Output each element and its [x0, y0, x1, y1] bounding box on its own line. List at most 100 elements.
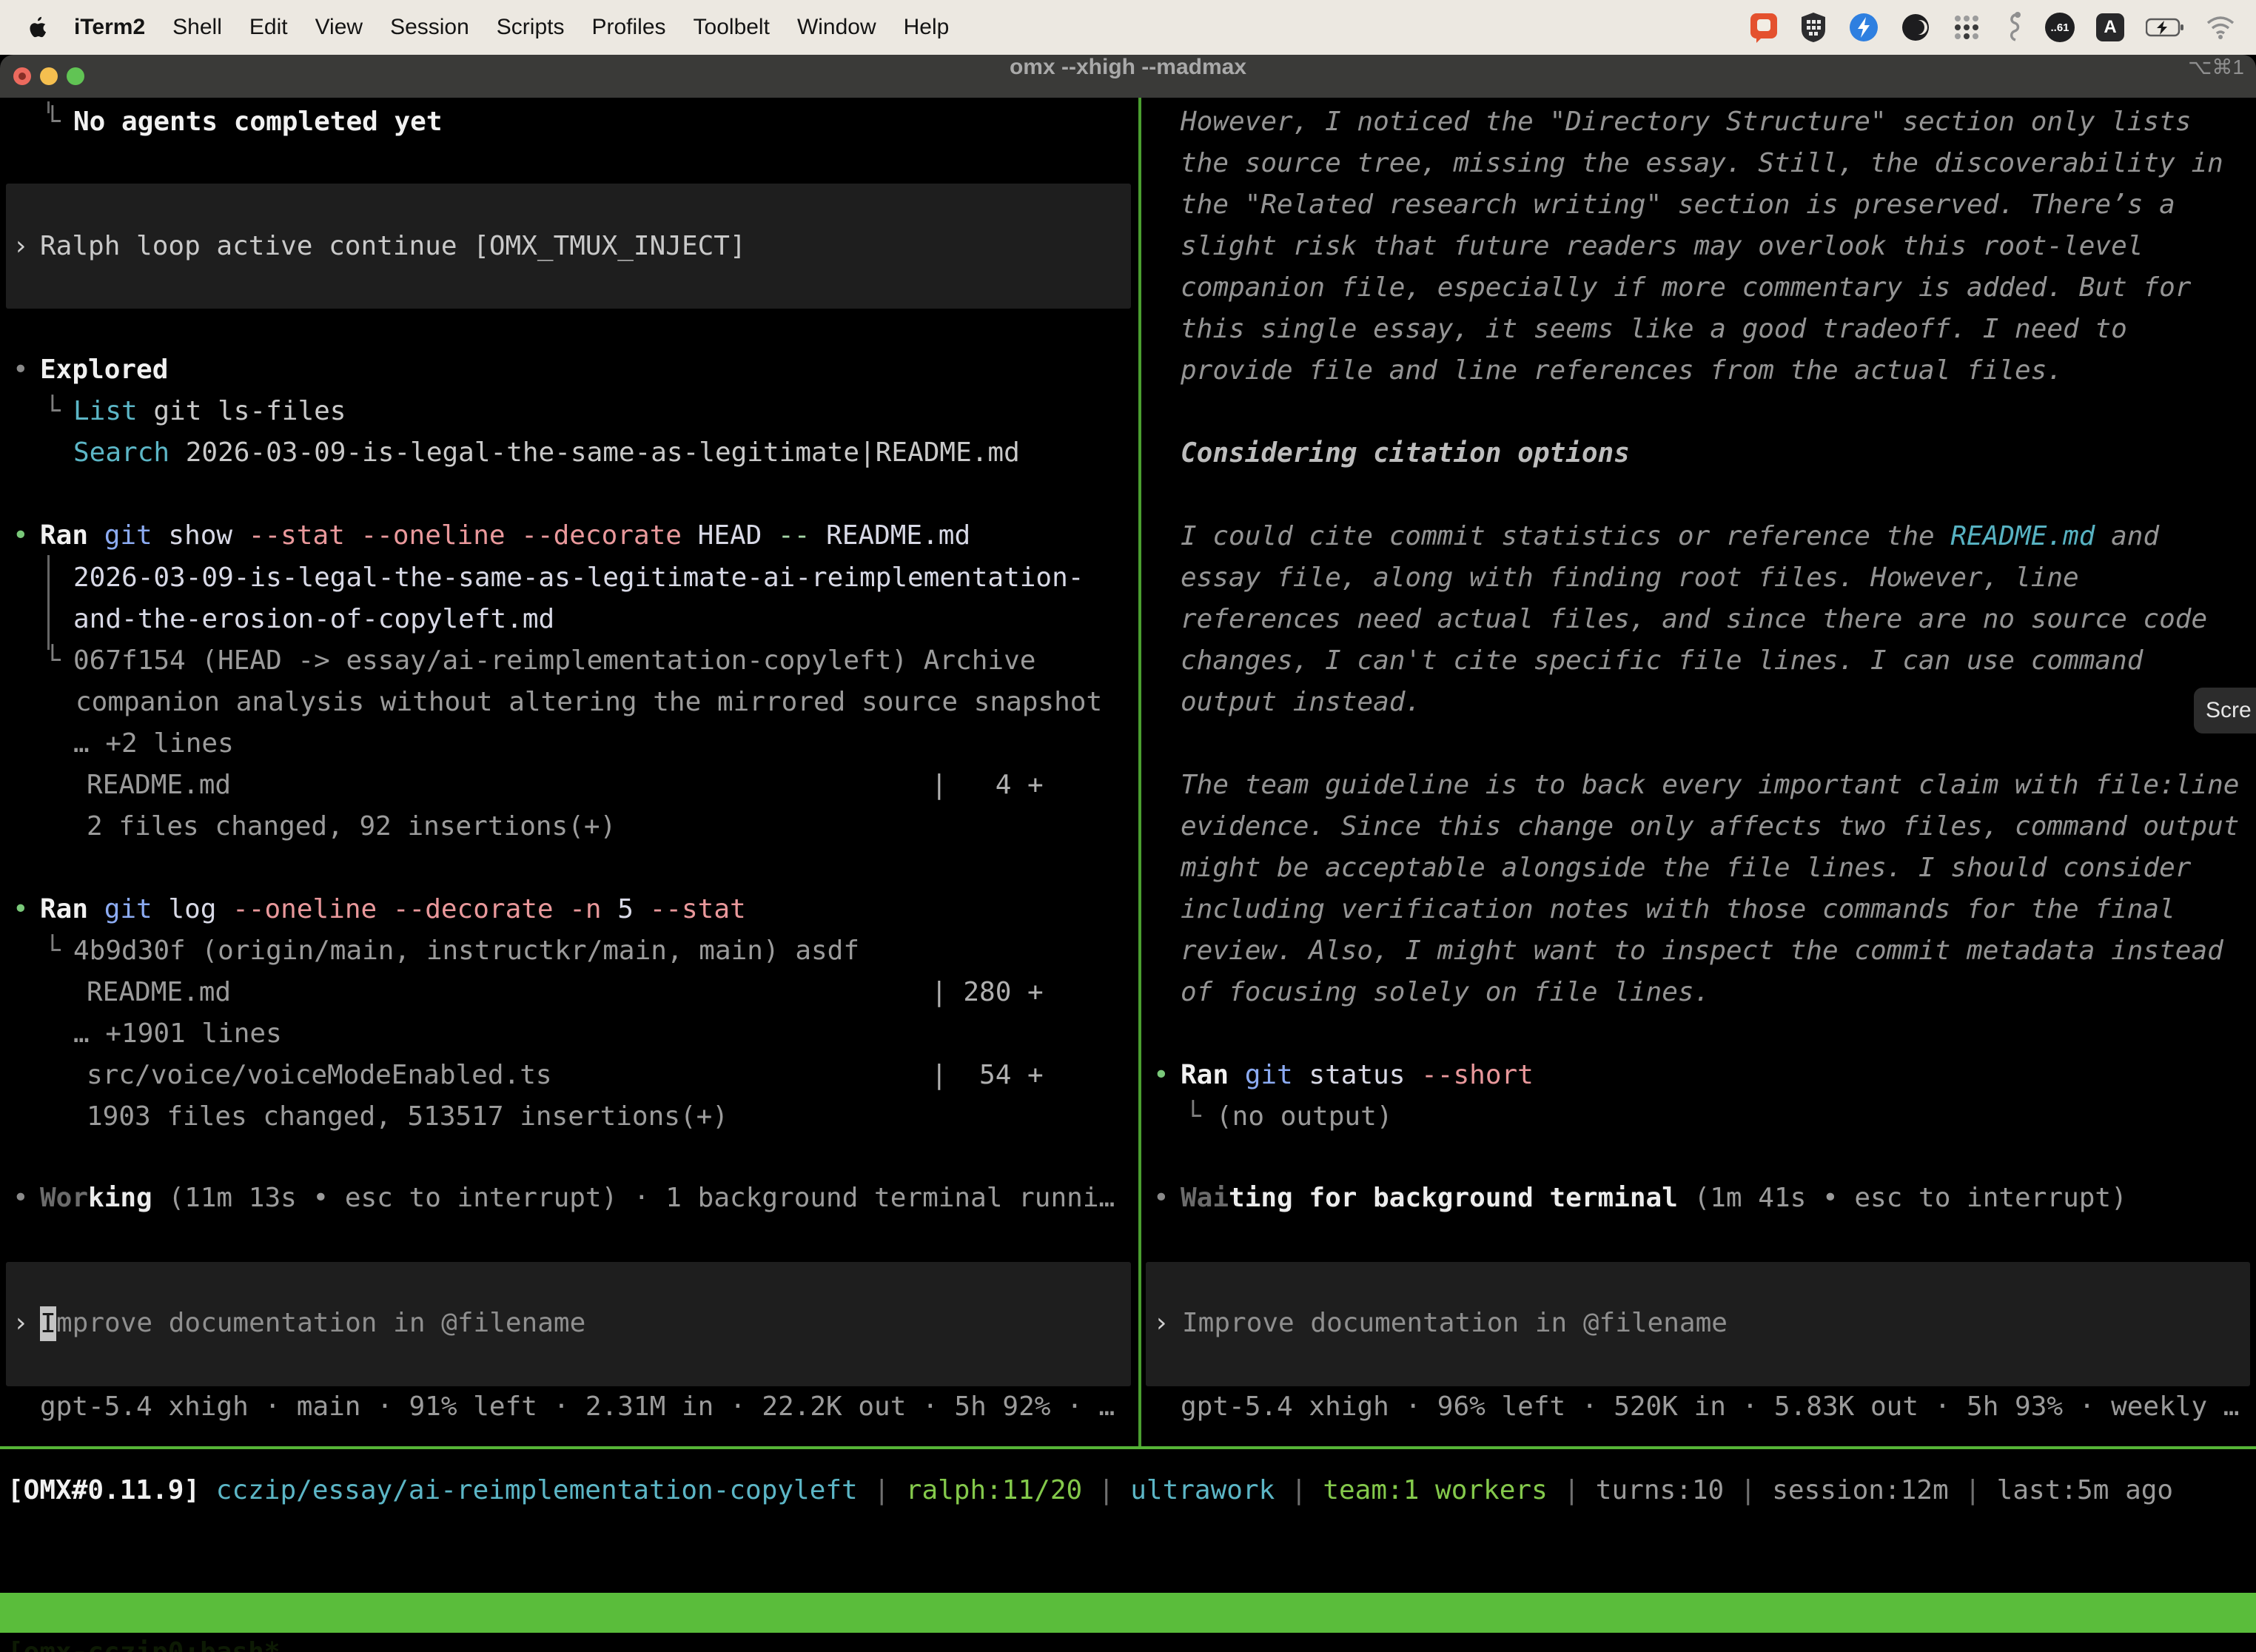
agents-status-row: └No agents completed yet [0, 101, 1138, 143]
text-segment: Wor [40, 1183, 88, 1213]
right-terminal-pane[interactable]: However, I noticed the "Directory Struct… [1141, 98, 2256, 1446]
text-segment: • [13, 349, 29, 391]
prompt-input-row[interactable]: ›Improve documentation in @filename [0, 1303, 1138, 1344]
shield-grid-icon[interactable] [1800, 12, 1827, 43]
percent-badge-icon[interactable]: ..61 [2045, 13, 2075, 42]
text-segment: 2026-03-09-is-legal-the-same-as-legitima… [169, 437, 1020, 468]
text-segment: | 280 + [931, 972, 1044, 1013]
crescent-circle-icon[interactable] [1901, 13, 1930, 42]
text-segment: mprove documentation in @filename [56, 1303, 585, 1344]
keyboard-layout-icon[interactable]: A [2096, 13, 2124, 41]
reasoning-line-7: provide file and line references from th… [1141, 350, 2256, 392]
window-title: omx --xhigh --madmax [0, 55, 2256, 98]
apple-logo-icon[interactable] [28, 16, 47, 38]
text-segment: Considering citation options [1181, 438, 1630, 469]
text-segment: 1903 files changed, 513517 insertions(+) [87, 1101, 728, 1132]
text-segment: • [13, 889, 29, 930]
menu-item-window[interactable]: Window [797, 15, 876, 40]
menu-item-toolbelt[interactable]: Toolbelt [694, 15, 770, 40]
menu-item-help[interactable]: Help [904, 15, 950, 40]
squiggle-icon[interactable] [2003, 11, 2024, 44]
menu-item-view[interactable]: View [315, 15, 363, 40]
omx-status-segment: ralph:11/20 [906, 1475, 1082, 1505]
dots-grid-icon[interactable] [1952, 13, 1981, 42]
text-segment: 067f154 (HEAD -> essay/ai-reimplementati… [73, 645, 1035, 676]
omx-status-segment: last:5m ago [1997, 1475, 2173, 1505]
text-segment: evidence. Since this change only affects… [1181, 811, 2239, 842]
reasoning-line-13: The team guideline is to back every impo… [1141, 765, 2256, 806]
tmux-status-bar: [omx-cczip0:bash* "MacBook-Pro-44.local"… [0, 1593, 2256, 1633]
omx-status-bar: [OMX#0.11.9] cczip/essay/ai-reimplementa… [7, 1470, 2173, 1511]
text-segment: src/voice/voiceModeEnabled.ts [87, 1060, 552, 1090]
omx-status-segment: team:1 workers [1323, 1475, 1547, 1505]
text-segment: › [13, 226, 29, 267]
text-segment: HEAD [682, 520, 778, 551]
menu-item-shell[interactable]: Shell [172, 15, 222, 40]
text-segment: README.md [87, 977, 231, 1007]
menu-item-scripts[interactable]: Scripts [497, 15, 565, 40]
no-output-row: └(no output) [1141, 1096, 2256, 1138]
menu-item-edit[interactable]: Edit [249, 15, 288, 40]
terminal-area: └No agents completed yet ›Ralph loop acti… [0, 98, 2256, 1446]
commit-slug-row-2: and-the-erosion-of-copyleft.md [0, 599, 1138, 640]
text-segment: --oneline --decorate -n [232, 894, 602, 924]
text-segment: --stat --oneline --decorate [249, 520, 682, 551]
text-segment: gpt-5.4 xhigh · main · 91% left · 2.31M … [40, 1391, 1115, 1422]
waiting-status-row: •Waiting for background terminal (1m 41s… [1141, 1178, 2256, 1219]
menu-item-profiles[interactable]: Profiles [591, 15, 665, 40]
text-segment: the "Related research writing" section i… [1181, 189, 2175, 220]
reasoning-line-18: of focusing solely on file lines. [1141, 972, 2256, 1013]
text-segment: essay file, along with finding root file… [1181, 563, 2079, 593]
text-segment: changes, I can't cite specific file line… [1181, 645, 2143, 676]
commit-message-row-1: └ 067f154 (HEAD -> essay/ai-reimplementat… [0, 640, 1138, 682]
ralph-loop-row: ›Ralph loop active continue [OMX_TMUX_IN… [0, 226, 1138, 267]
text-segment: ting for background terminal [1229, 1183, 1678, 1213]
prompt-input-row[interactable]: ›Improve documentation in @filename [1141, 1303, 2256, 1344]
screen-notification-overlay[interactable]: Scre [2194, 688, 2256, 733]
menu-item-session[interactable]: Session [390, 15, 469, 40]
stat-voice-row: src/voice/voiceModeEnabled.ts| 54 + [0, 1055, 1138, 1096]
text-segment: Ran [40, 894, 88, 924]
text-segment: However, I noticed the "Directory Struct… [1181, 107, 2191, 137]
lightning-badge-icon[interactable] [1848, 12, 1879, 43]
text-segment: Improve documentation in @filename [1182, 1303, 1728, 1344]
text-segment: this single essay, it seems like a good … [1181, 314, 2127, 344]
left-terminal-pane[interactable]: └No agents completed yet ›Ralph loop acti… [0, 98, 1138, 1446]
omitted-lines-row-1: … +2 lines [0, 723, 1138, 765]
text-segment: └ [44, 101, 61, 143]
reasoning-heading: Considering citation options [1141, 433, 2256, 474]
screen-notification-label: Scre [2206, 698, 2252, 722]
omx-status-segment: | [1949, 1475, 1997, 1505]
menu-item-iterm2[interactable]: iTerm2 [74, 15, 145, 40]
text-segment: gpt-5.4 xhigh · 96% left · 520K in · 5.8… [1181, 1391, 2239, 1422]
omx-status-segment: [OMX#0.11.9] [7, 1475, 200, 1505]
text-segment: show [152, 520, 249, 551]
stat-summary-row-2: 1903 files changed, 513517 insertions(+) [0, 1096, 1138, 1138]
log-commit-row: └4b9d30f (origin/main, instructkr/main, … [0, 930, 1138, 972]
explored-header-row: •Explored [0, 349, 1138, 391]
wifi-icon[interactable] [2206, 16, 2235, 39]
status-divider-line [0, 1446, 2256, 1449]
commit-message-row-2: companion analysis without altering the … [0, 682, 1138, 723]
text-segment: … +2 lines [73, 728, 234, 759]
menu-items: iTerm2 Shell Edit View Session Scripts Profile… [74, 15, 949, 40]
tmux-session-label: [omx-cczip0:bash* [7, 1633, 280, 1652]
text-segment: slight risk that future readers may over… [1181, 231, 2143, 261]
explored-list-row: └List git ls-files [0, 391, 1138, 432]
text-segment: git [1229, 1060, 1293, 1090]
text-segment: … +1901 lines [73, 1018, 282, 1049]
battery-icon[interactable] [2146, 18, 2184, 37]
text-segment: --short [1421, 1060, 1534, 1090]
text-segment: including verification notes with those … [1181, 894, 2175, 924]
reasoning-line-15: might be acceptable alongside the file l… [1141, 847, 2256, 889]
text-segment: Ran [1181, 1060, 1229, 1090]
text-segment: └ [44, 640, 61, 682]
chat-bubble-icon[interactable] [1749, 12, 1779, 43]
explored-search-row: Search 2026-03-09-is-legal-the-same-as-l… [0, 432, 1138, 474]
text-segment: └ [44, 391, 61, 432]
text-segment: output instead. [1181, 687, 1421, 717]
keyboard-layout-label: A [2104, 17, 2116, 38]
text-segment: git ls-files [138, 396, 346, 426]
text-segment: (no output) [1216, 1101, 1392, 1132]
reasoning-line-5: companion file, especially if more comme… [1141, 267, 2256, 309]
